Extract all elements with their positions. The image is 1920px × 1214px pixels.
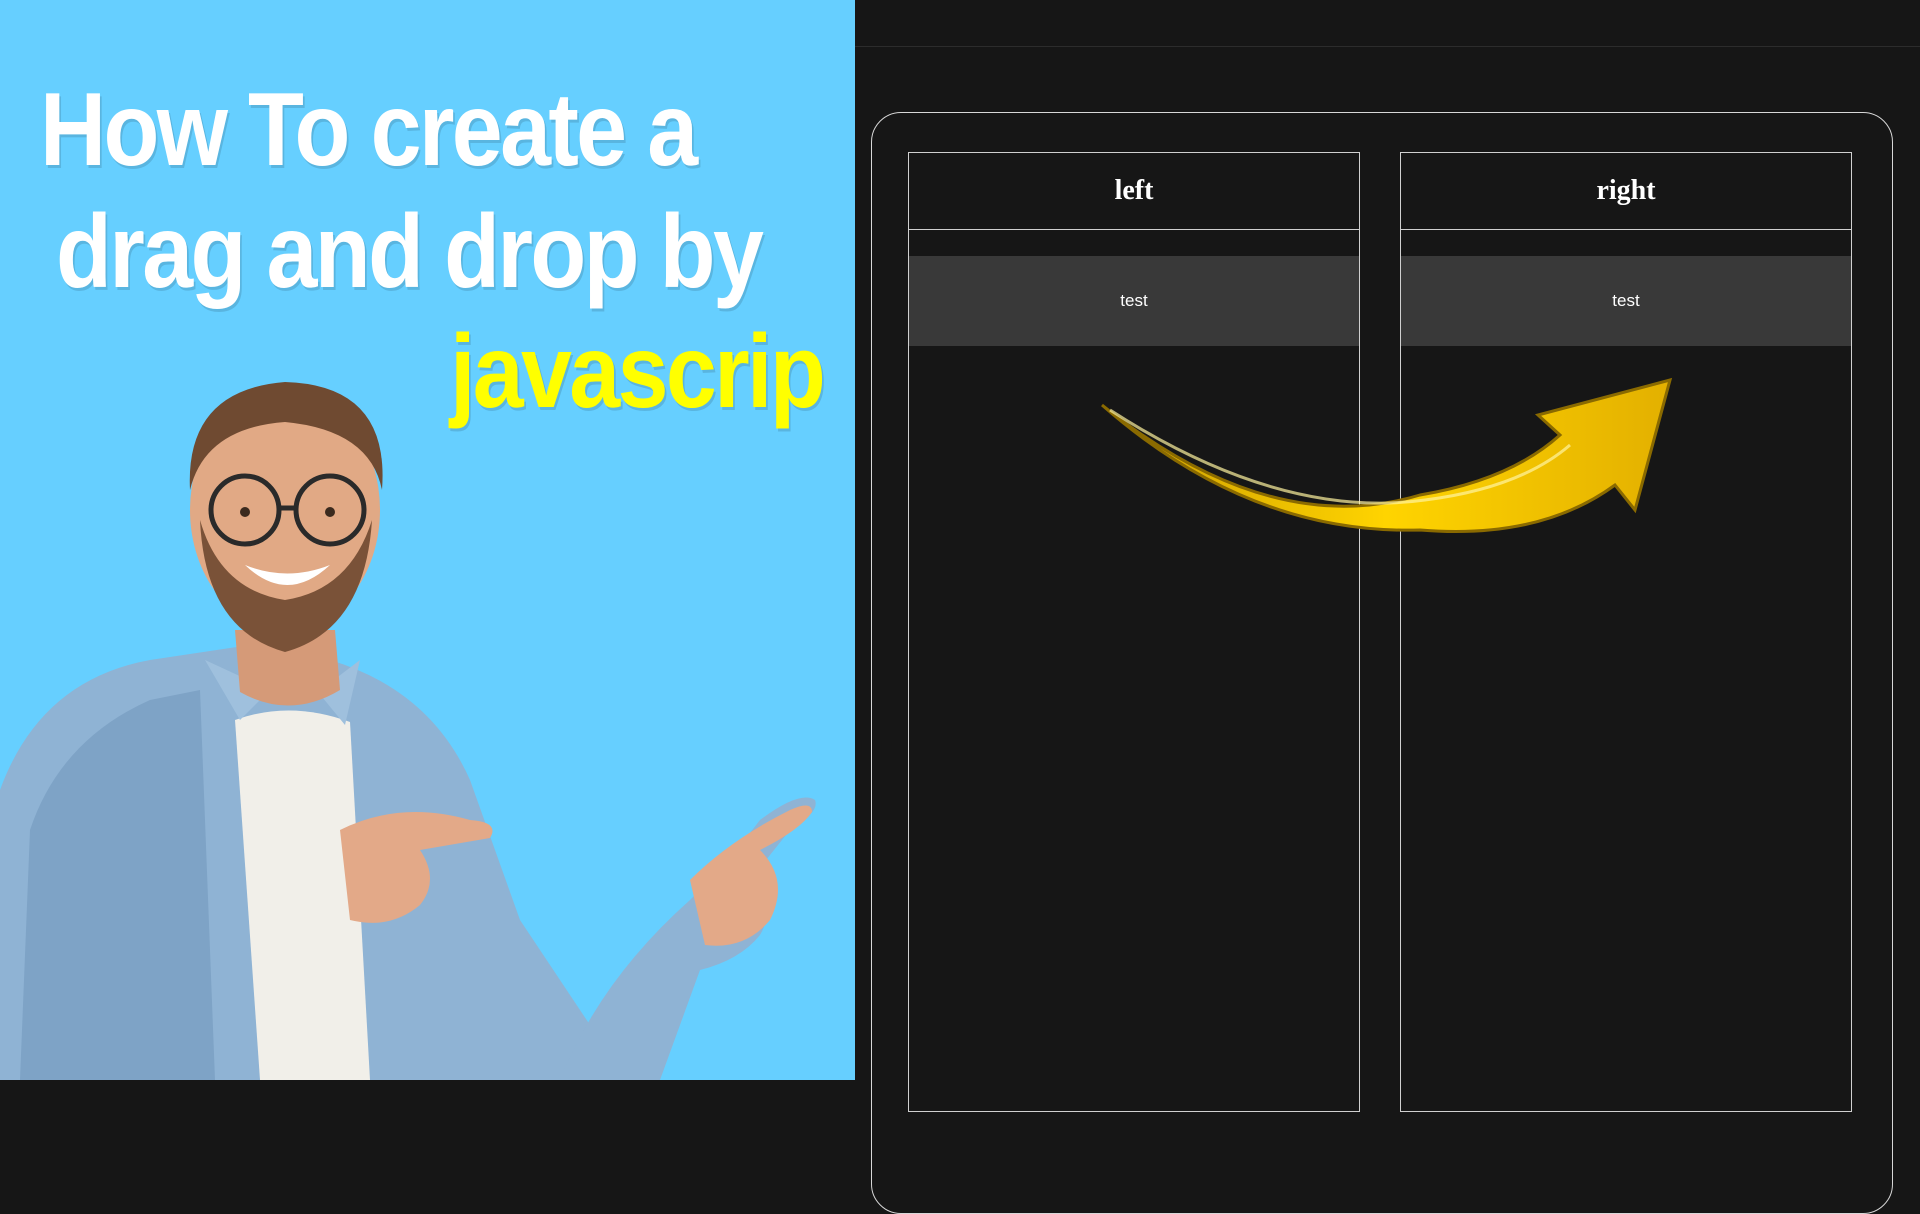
draggable-card[interactable]: test xyxy=(1401,256,1851,346)
draggable-card[interactable]: test xyxy=(909,256,1359,346)
pointing-man-illustration xyxy=(0,382,816,1080)
promo-panel: How To create a drag and drop by javascr… xyxy=(0,0,855,1080)
top-bar xyxy=(855,0,1920,47)
column-left[interactable]: left test xyxy=(908,152,1360,1112)
gold-curved-arrow-icon xyxy=(1101,377,1673,534)
column-right[interactable]: right test xyxy=(1400,152,1852,1112)
column-left-title: left xyxy=(909,153,1359,230)
column-right-title: right xyxy=(1401,153,1851,230)
headline-line-1: How To create a xyxy=(40,72,698,188)
headline-line-2: drag and drop by xyxy=(56,194,764,310)
